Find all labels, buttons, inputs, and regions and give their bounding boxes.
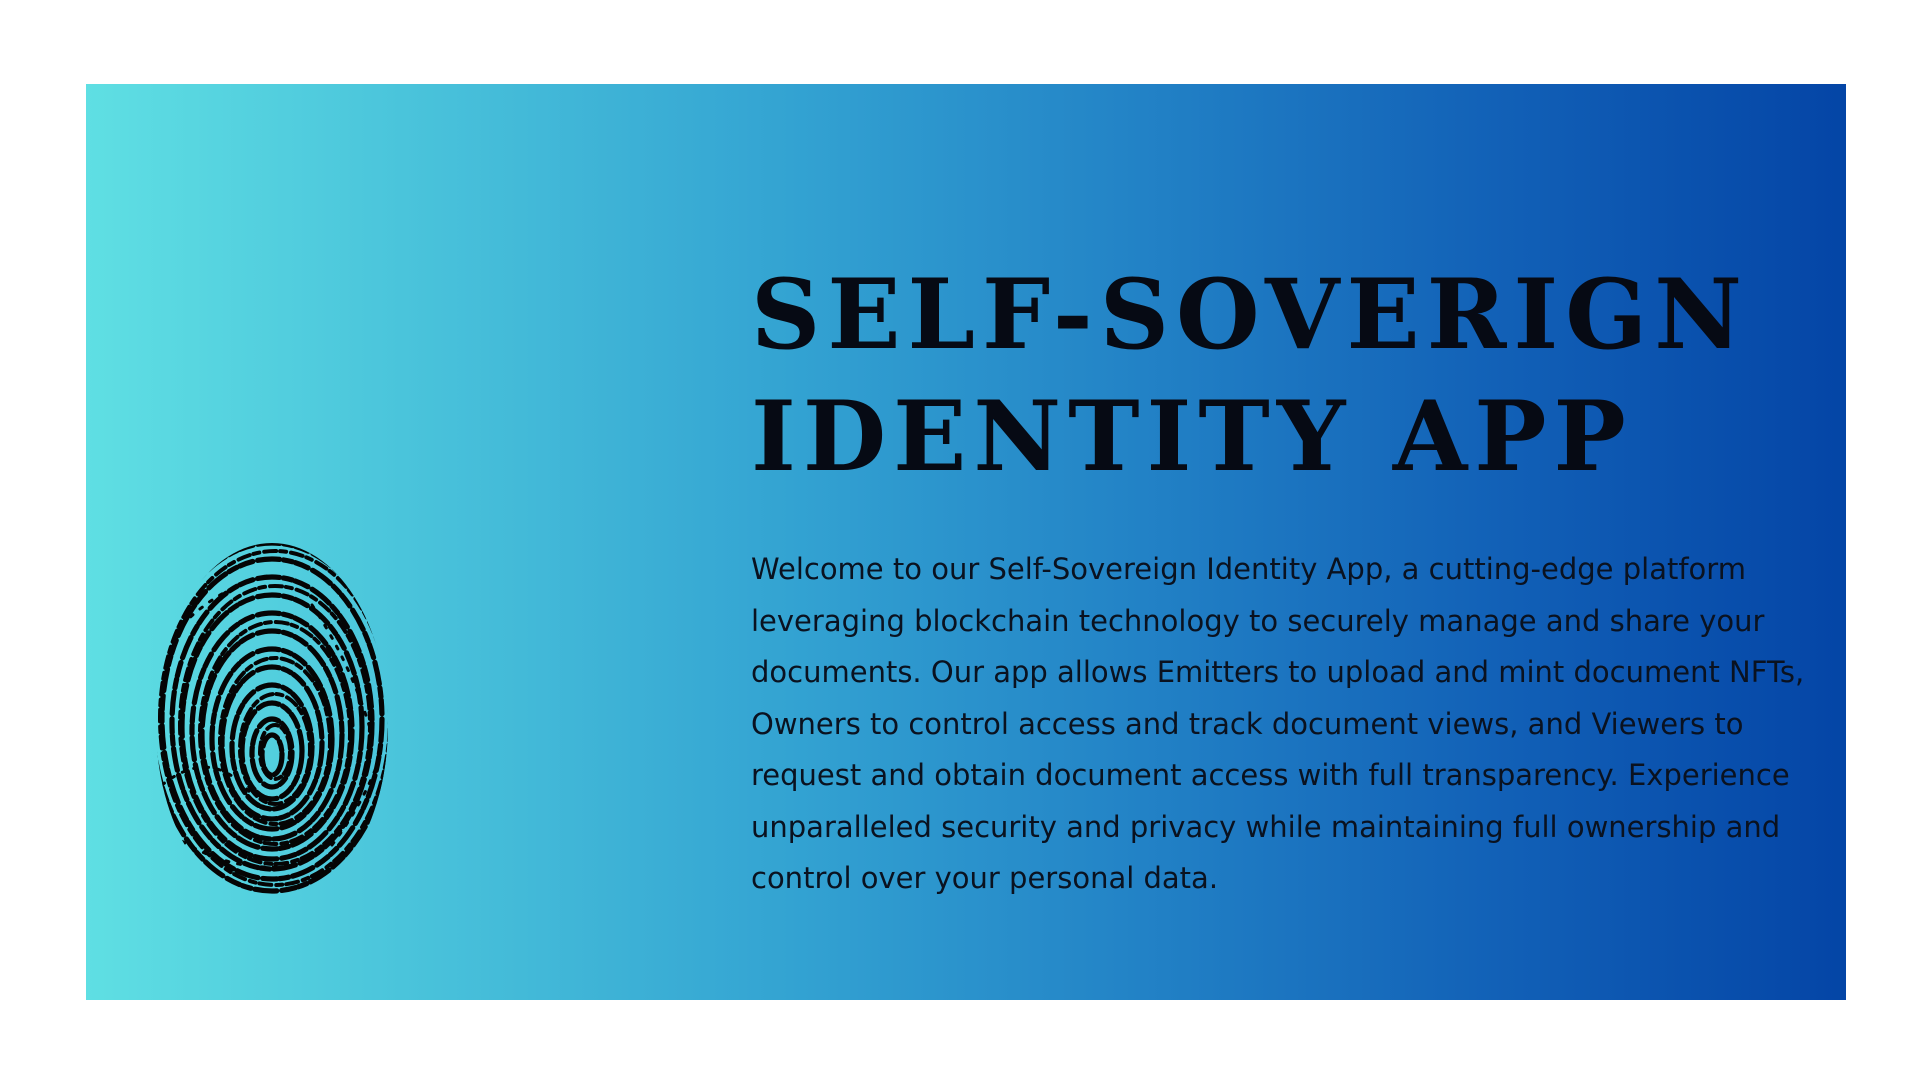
description-text: Welcome to our Self-Sovereign Identity A… xyxy=(751,552,1805,895)
hero-banner: SELF-SOVERIGN IDENTITY APP Welcome to ou… xyxy=(86,84,1846,1000)
title-line-1: SELF-SOVERIGN xyxy=(751,258,1750,371)
title-line-2: IDENTITY APP xyxy=(751,380,1633,493)
page-title: SELF-SOVERIGN IDENTITY APP xyxy=(751,254,1811,498)
fingerprint-icon xyxy=(156,543,388,894)
